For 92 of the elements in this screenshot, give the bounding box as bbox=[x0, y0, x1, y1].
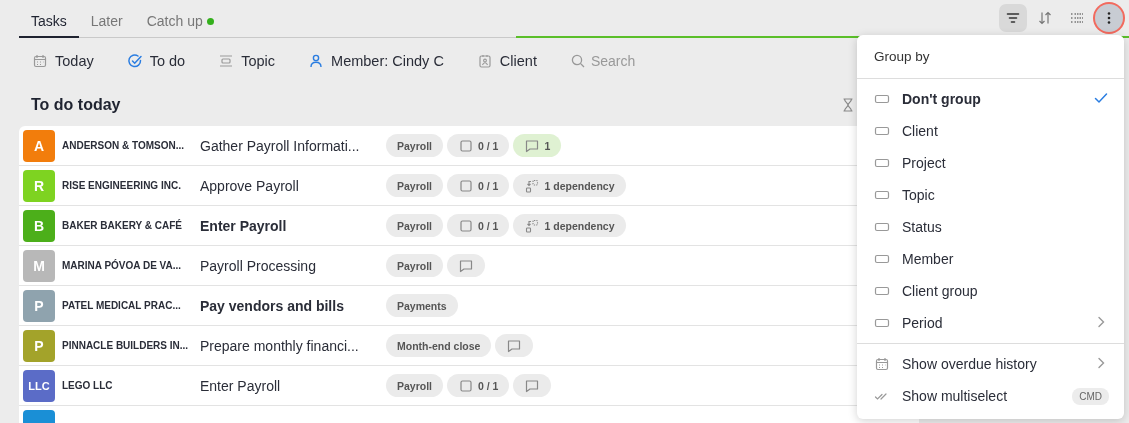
client-name: LEGO LLC bbox=[62, 380, 114, 391]
calendar-icon bbox=[874, 356, 890, 372]
search-icon bbox=[569, 53, 586, 69]
topic-icon bbox=[218, 53, 235, 69]
client-avatar: R bbox=[23, 169, 55, 202]
dependency-chip: 1 dependency bbox=[513, 174, 626, 197]
menu-item[interactable]: Show multiselect CMD bbox=[857, 380, 1124, 412]
checklist-chip: 0 / 1 bbox=[447, 214, 510, 237]
client-name: PINNACLE BUILDERS IN... bbox=[62, 340, 190, 351]
menu-item[interactable]: Period bbox=[857, 307, 1124, 339]
menu-label: Project bbox=[902, 155, 947, 171]
checkbox-icon bbox=[458, 217, 475, 234]
comment-chip[interactable]: 1 bbox=[513, 134, 562, 157]
checklist-chip: 0 / 1 bbox=[447, 134, 510, 157]
calendar-icon bbox=[32, 53, 48, 69]
tag-chip: Payroll bbox=[386, 254, 444, 277]
task-title[interactable]: Approve Payroll bbox=[200, 177, 386, 194]
filter-button[interactable]: Topic bbox=[218, 53, 276, 69]
menu-item[interactable]: Project bbox=[857, 147, 1124, 179]
comment-icon bbox=[458, 257, 475, 274]
checkbox-icon bbox=[458, 137, 475, 154]
checklist-chip: 0 / 1 bbox=[447, 174, 510, 197]
filter-button[interactable]: To do bbox=[126, 53, 186, 69]
task-title[interactable]: Enter Payroll bbox=[200, 377, 386, 394]
task-title[interactable]: Enter Payroll bbox=[200, 217, 386, 234]
dependency-icon bbox=[524, 177, 541, 194]
dependency-icon bbox=[524, 217, 541, 234]
comment-chip[interactable] bbox=[447, 254, 486, 277]
menu-label: Topic bbox=[902, 187, 936, 203]
client-name: RISE ENGINEERING INC. bbox=[62, 180, 182, 191]
section-title: To do today bbox=[31, 96, 122, 114]
dependency-chip: 1 dependency bbox=[513, 214, 626, 237]
menu-label: Period bbox=[902, 315, 944, 331]
list-icon bbox=[1069, 10, 1085, 26]
task-title[interactable]: Pay vendors and bills bbox=[200, 297, 386, 314]
menu-label: Status bbox=[902, 219, 943, 235]
check-circle-icon bbox=[126, 53, 143, 69]
client-avatar: M bbox=[23, 249, 55, 282]
menu-title: Group by bbox=[857, 35, 1124, 79]
filter-button[interactable]: Client bbox=[476, 53, 537, 69]
filter-icon bbox=[1005, 10, 1021, 26]
tab[interactable]: Catch up bbox=[134, 13, 226, 38]
client-avatar: A bbox=[23, 129, 55, 162]
comment-icon bbox=[524, 377, 541, 394]
checkbox-icon bbox=[458, 177, 475, 194]
tag-chip: Payments bbox=[386, 294, 458, 317]
person-icon bbox=[308, 53, 325, 69]
client-name: BAKER BAKERY & CAFÉ bbox=[62, 220, 183, 231]
filter-button[interactable] bbox=[999, 4, 1027, 32]
comment-chip[interactable] bbox=[495, 334, 534, 357]
checkbox-icon bbox=[458, 377, 475, 394]
tab[interactable]: Tasks bbox=[19, 13, 79, 38]
contact-card-icon bbox=[476, 53, 493, 69]
client-name: ANDERSON & TOMSON... bbox=[62, 140, 186, 151]
tag-chip: Payroll bbox=[386, 134, 444, 157]
filter-button[interactable]: Today bbox=[32, 53, 94, 69]
menu-item[interactable]: Don't group bbox=[857, 83, 1124, 115]
client-avatar: B bbox=[23, 209, 55, 242]
filter-button[interactable]: Member: Cindy C bbox=[308, 53, 444, 69]
menu-item[interactable]: Client group bbox=[857, 275, 1124, 307]
menu-label: Member bbox=[902, 251, 955, 267]
menu-item[interactable]: Client bbox=[857, 115, 1124, 147]
search-field[interactable]: Search bbox=[590, 53, 701, 69]
tag-chip: Month-end close bbox=[386, 334, 492, 357]
menu-item[interactable]: Topic bbox=[857, 179, 1124, 211]
sort-icon bbox=[1037, 10, 1053, 26]
client-name: MARINA PÓVOA DE VA... bbox=[62, 260, 183, 271]
tab[interactable]: Later bbox=[78, 13, 135, 38]
task-title[interactable]: Payroll Processing bbox=[200, 257, 386, 274]
comment-icon bbox=[524, 137, 541, 154]
menu-item[interactable]: Status bbox=[857, 211, 1124, 243]
tag-chip: Payroll bbox=[386, 374, 444, 397]
tag-chip: Payroll bbox=[386, 214, 444, 237]
menu-label: Client bbox=[902, 123, 939, 139]
task-title[interactable]: Gather Payroll Informati... bbox=[200, 137, 386, 154]
menu-label: Don't group bbox=[902, 91, 982, 107]
menu-label: Show multiselect bbox=[902, 388, 1009, 404]
client-avatar: LLC bbox=[23, 369, 55, 402]
menu-item[interactable]: Show overdue history bbox=[857, 348, 1124, 380]
task-title[interactable]: Prepare monthly financi... bbox=[200, 337, 386, 354]
menu-label: Client group bbox=[902, 283, 979, 299]
comment-chip[interactable] bbox=[513, 374, 552, 397]
tag-chip: Payroll bbox=[386, 174, 444, 197]
shortcut-badge: CMD bbox=[1072, 387, 1109, 405]
more-button[interactable] bbox=[1095, 4, 1123, 32]
comment-icon bbox=[506, 337, 523, 354]
client-name: PATEL MEDICAL PRAC... bbox=[62, 300, 182, 311]
menu-label: Show overdue history bbox=[902, 356, 1038, 372]
checklist-chip: 0 / 1 bbox=[447, 374, 510, 397]
menu-item[interactable]: Member bbox=[857, 243, 1124, 275]
client-avatar: P bbox=[23, 329, 55, 362]
client-avatar: P bbox=[23, 289, 55, 322]
